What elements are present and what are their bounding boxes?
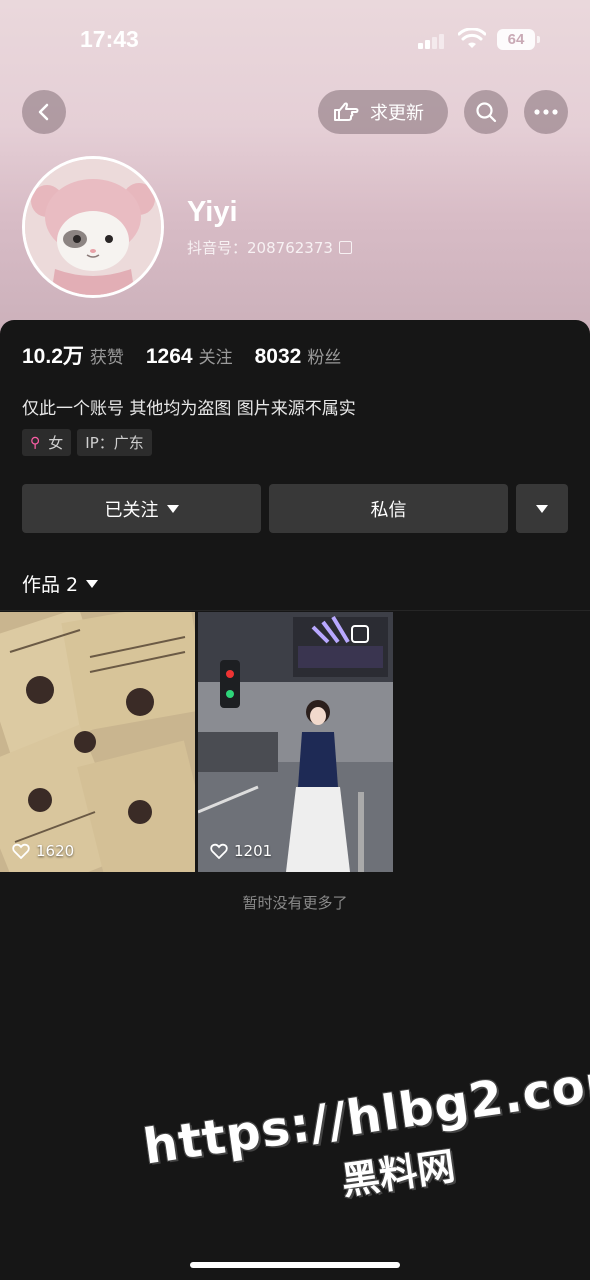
stat-label: 关注 [198, 348, 233, 368]
status-time: 17:43 [80, 26, 139, 52]
signal-icon [418, 33, 444, 49]
stat-label: 粉丝 [307, 348, 342, 368]
douyin-id-label: 抖音号： [187, 239, 248, 257]
caret-down-icon [536, 504, 548, 513]
home-indicator[interactable] [190, 1262, 400, 1268]
work-thumbnail[interactable]: 1620 [0, 612, 195, 872]
caret-down-icon [86, 579, 99, 588]
douyin-id[interactable]: 抖音号： 208762373 [187, 237, 352, 258]
stat-value: 1264 [145, 345, 193, 368]
work-thumbnail[interactable]: 1201 [198, 612, 393, 872]
street-photo [198, 612, 393, 872]
ip-label: IP：广东 [85, 434, 144, 452]
battery-icon: 64 [497, 29, 540, 50]
stat-value: 10.2万 [22, 345, 84, 368]
request-update-label: 求更新 [370, 103, 424, 124]
no-more-text: 暂时没有更多了 [242, 894, 348, 912]
action-row: 已关注 私信 [22, 484, 568, 533]
username: Yiyi [187, 196, 238, 228]
request-update-button[interactable]: 求更新 [318, 90, 448, 134]
avatar[interactable] [22, 156, 164, 298]
chevron-left-icon [38, 103, 49, 121]
stat-likes[interactable]: 10.2万 获赞 [22, 340, 124, 370]
stat-followers[interactable]: 8032 粉丝 [255, 343, 342, 369]
newspaper-photo [0, 612, 195, 872]
message-label: 私信 [370, 499, 407, 521]
divider [0, 610, 590, 611]
more-dots-icon [534, 109, 558, 115]
message-button[interactable]: 私信 [269, 484, 508, 533]
works-tab[interactable]: 作品 2 [22, 570, 99, 597]
female-icon: ⚲ [30, 434, 41, 451]
likes-value: 1620 [36, 842, 75, 860]
status-bar: 17:43 64 [0, 0, 590, 80]
douyin-id-value: 208762373 [247, 238, 333, 257]
gender-label: 女 [48, 434, 64, 452]
likes-value: 1201 [234, 842, 273, 860]
ip-tag: IP：广东 [77, 429, 152, 456]
pointing-hand-icon [334, 102, 359, 121]
wifi-icon [458, 28, 486, 48]
stats-row: 10.2万 获赞 1264 关注 8032 粉丝 [22, 340, 363, 370]
likes-count: 1620 [12, 842, 74, 860]
likes-count: 1201 [210, 842, 272, 860]
heart-icon [12, 843, 30, 859]
gender-tag: ⚲ 女 [22, 429, 72, 456]
stat-following[interactable]: 1264 关注 [146, 343, 233, 369]
back-button[interactable] [22, 90, 66, 134]
cat-avatar-icon [25, 159, 161, 295]
followed-button[interactable]: 已关注 [22, 484, 261, 533]
more-button[interactable] [524, 90, 568, 134]
recommend-dropdown-button[interactable] [516, 484, 568, 533]
works-tab-label: 作品 2 [22, 574, 79, 596]
caret-down-icon [166, 504, 179, 513]
copy-icon[interactable] [338, 241, 352, 254]
profile-tags: ⚲ 女 IP：广东 [22, 429, 158, 456]
stat-label: 获赞 [89, 348, 124, 368]
bio-text: 仅此一个账号 其他均为盗图 图片来源不属实 [22, 399, 356, 419]
heart-icon [210, 843, 228, 859]
search-icon [476, 102, 497, 123]
followed-label: 已关注 [104, 499, 159, 521]
stat-value: 8032 [254, 345, 302, 368]
search-button[interactable] [464, 90, 508, 134]
